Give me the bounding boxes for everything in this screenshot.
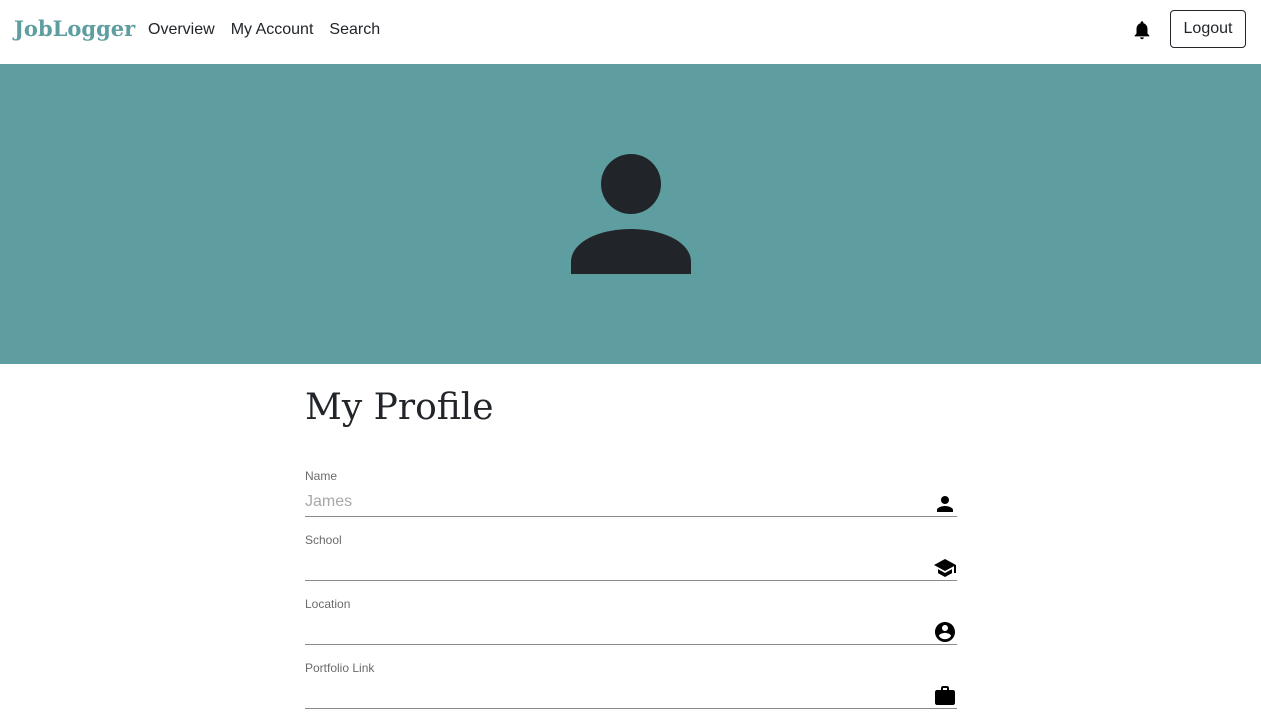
brand-logo[interactable]: JobLogger [14,14,135,44]
portfolio-link-field: Portfolio Link [305,660,957,709]
profile-hero-banner [0,64,1261,364]
portfolio-link-input[interactable] [305,682,915,706]
nav-links: Overview My Account Search [148,18,380,42]
school-field: School [305,532,957,581]
bell-icon[interactable] [1131,19,1153,41]
logout-button[interactable]: Logout [1170,10,1246,48]
name-input[interactable] [305,490,915,514]
nav-link-search[interactable]: Search [329,18,380,42]
graduation-cap-icon [934,559,956,577]
person-icon [937,496,953,512]
page-title: My Profile [305,387,494,428]
account-circle-icon [935,622,955,642]
location-field: Location [305,596,957,645]
school-label: School [305,533,342,547]
person-icon [571,154,691,274]
school-input[interactable] [305,554,915,578]
location-input[interactable] [305,618,915,642]
briefcase-icon [935,686,955,705]
location-label: Location [305,597,351,611]
top-navbar: JobLogger Overview My Account Search Log… [0,0,1261,64]
nav-link-overview[interactable]: Overview [148,18,215,42]
nav-link-my-account[interactable]: My Account [231,18,314,42]
name-label: Name [305,469,338,483]
name-field: Name [305,468,957,517]
portfolio-link-label: Portfolio Link [305,661,375,675]
